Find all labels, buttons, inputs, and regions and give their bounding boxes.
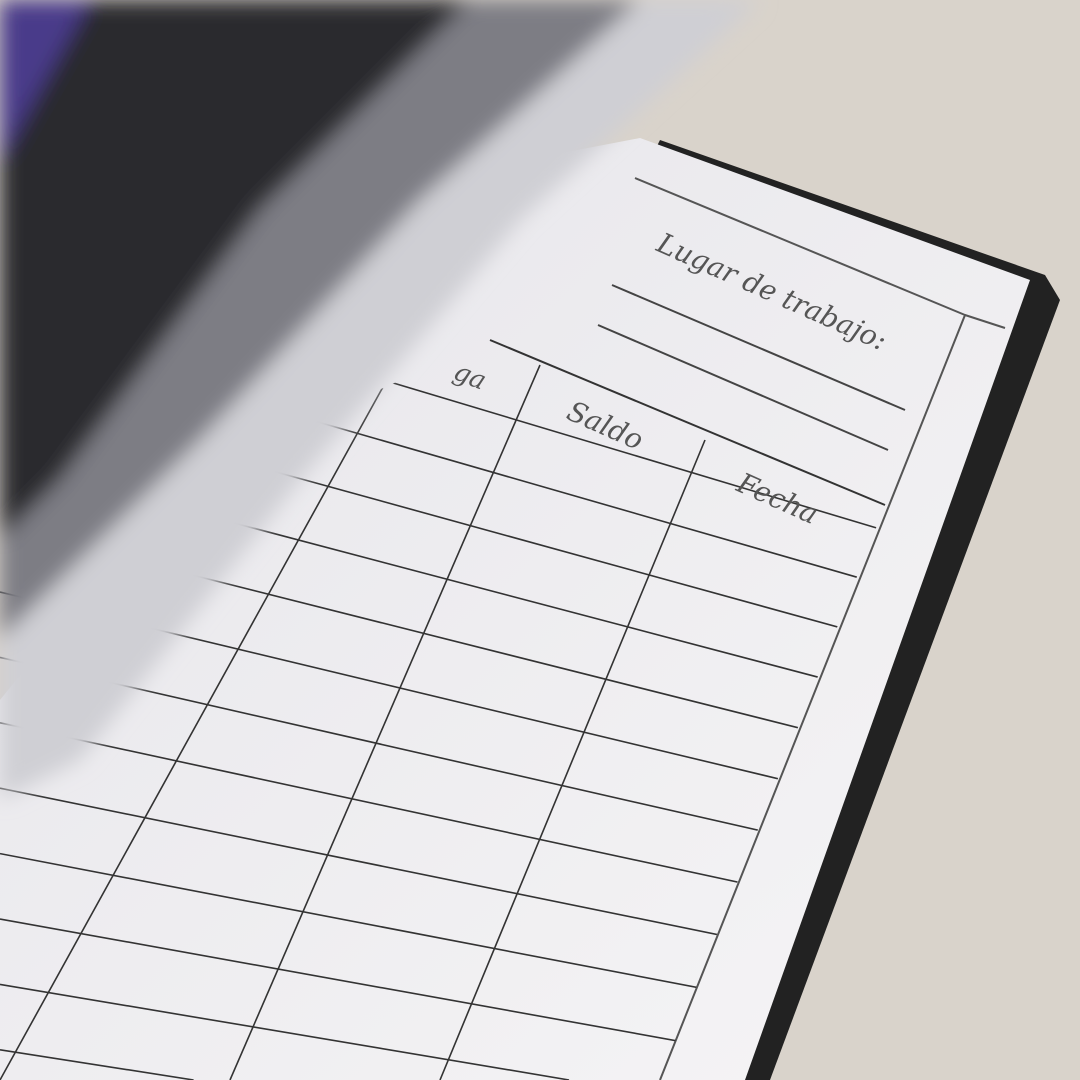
notebook-photo: Lugar de trabajo: ga Saldo Fecha — [0, 0, 1080, 1080]
